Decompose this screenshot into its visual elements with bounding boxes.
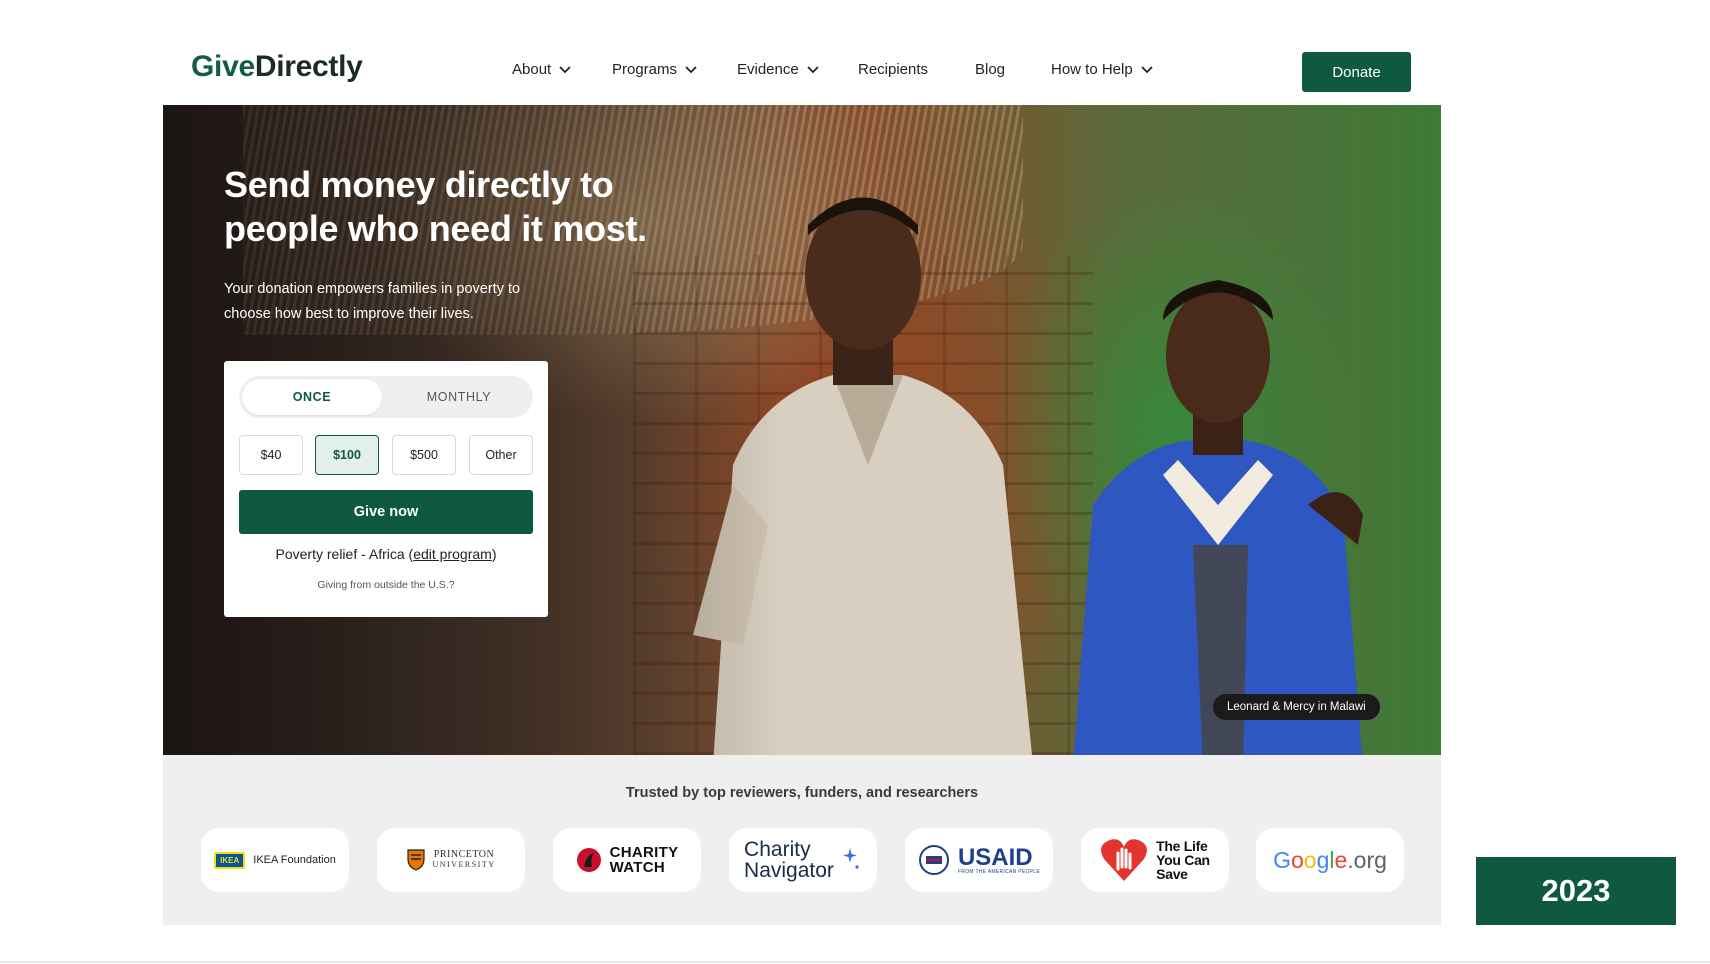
amount-100-button[interactable]: $100 — [315, 435, 379, 475]
tlycs-line1: The Life — [1156, 838, 1208, 854]
chevron-down-icon — [685, 65, 697, 73]
bottom-divider — [0, 961, 1710, 963]
the-life-you-can-save-logo[interactable]: The Life You Can Save — [1081, 828, 1229, 892]
charity-navigator-logo[interactable]: Charity Navigator — [729, 828, 877, 892]
usaid-wordmark: USAID — [957, 843, 1033, 871]
giving-outside-us-link[interactable]: Giving from outside the U.S.? — [224, 579, 548, 591]
program-selection: Poverty relief - Africa (edit program) — [224, 546, 548, 562]
google-org-wordmark: Google.org — [1273, 847, 1387, 874]
logo-give: Give — [191, 50, 255, 83]
google-letter-o1: o — [1290, 846, 1304, 873]
nav-programs[interactable]: Programs — [612, 61, 697, 78]
hero-photo-woman — [1073, 280, 1363, 755]
charitywatch-line2: WATCH — [609, 859, 665, 876]
hero-title: Send money directly to people who need i… — [224, 164, 647, 249]
tlycs-line3: Save — [1156, 866, 1188, 882]
frequency-toggle: ONCE MONTHLY — [239, 376, 533, 418]
trusted-title: Trusted by top reviewers, funders, and r… — [625, 785, 979, 801]
google-letter-e: e — [1334, 846, 1348, 873]
sparkle-icon — [842, 848, 859, 869]
google-letter-o2: o — [1303, 846, 1317, 873]
chevron-down-icon — [807, 65, 819, 73]
donate-button[interactable]: Donate — [1302, 52, 1411, 92]
google-letter-g: G — [1273, 846, 1291, 873]
nav-recipients-label: Recipients — [858, 61, 929, 78]
hero-section: Send money directly to people who need i… — [163, 105, 1441, 755]
nav-how-to-help-label: How to Help — [1051, 61, 1133, 78]
nav-programs-label: Programs — [612, 61, 678, 78]
heart-hand-icon — [1101, 839, 1148, 881]
usaid-logo[interactable]: USAID FROM THE AMERICAN PEOPLE — [905, 828, 1053, 892]
princeton-line2: UNIVERSITY — [432, 860, 496, 869]
frequency-monthly-option[interactable]: MONTHLY — [389, 379, 529, 415]
charity-navigator-line2: Navigator — [744, 859, 834, 882]
amount-other-button[interactable]: Other — [469, 435, 533, 475]
program-prefix: Poverty relief - Africa ( — [275, 546, 414, 562]
ikea-foundation-logo[interactable]: IKEA IKEA Foundation — [201, 828, 349, 892]
ikea-foundation-label: IKEA Foundation — [253, 854, 336, 866]
ikea-mark-icon: IKEA — [214, 851, 246, 869]
give-now-button[interactable]: Give now — [239, 490, 533, 534]
tlycs-line2: You Can — [1156, 852, 1210, 868]
usaid-text: USAID FROM THE AMERICAN PEOPLE — [957, 843, 1041, 875]
usaid-seal-icon — [918, 845, 949, 875]
nav-how-to-help[interactable]: How to Help — [1051, 61, 1153, 78]
charity-navigator-text: Charity Navigator — [744, 839, 834, 881]
edit-program-link[interactable]: edit program — [413, 546, 492, 562]
nav-blog-label: Blog — [975, 61, 1006, 78]
google-org-suffix: .org — [1347, 846, 1387, 873]
nav-about-label: About — [512, 61, 552, 78]
trusted-by-section: Trusted by top reviewers, funders, and r… — [163, 755, 1441, 925]
site-header: GiveDirectly About Programs Evidence Rec… — [0, 0, 1710, 105]
givedirectly-logo[interactable]: GiveDirectly — [191, 50, 363, 84]
nav-about[interactable]: About — [512, 61, 571, 78]
princeton-logo[interactable]: PRINCETON UNIVERSITY — [377, 828, 525, 892]
photo-caption: Leonard & Mercy in Malawi — [1213, 694, 1380, 720]
charitywatch-icon — [576, 848, 601, 872]
amount-500-button[interactable]: $500 — [392, 435, 456, 475]
frequency-once-option[interactable]: ONCE — [242, 379, 382, 415]
year-badge: 2023 — [1476, 857, 1676, 925]
usaid-tagline: FROM THE AMERICAN PEOPLE — [957, 868, 1041, 875]
chevron-down-icon — [1141, 65, 1153, 73]
google-letter-g2: g — [1316, 846, 1330, 873]
charitywatch-logo[interactable]: CHARITY WATCH — [553, 828, 701, 892]
nav-blog[interactable]: Blog — [975, 61, 1005, 78]
nav-evidence-label: Evidence — [737, 61, 799, 78]
nav-recipients[interactable]: Recipients — [858, 61, 928, 78]
google-org-logo[interactable]: Google.org — [1256, 828, 1404, 892]
logo-directly: Directly — [254, 50, 363, 83]
princeton-line1: PRINCETON — [433, 849, 495, 860]
program-suffix: ) — [491, 546, 497, 562]
hero-subtitle: Your donation empowers families in pover… — [224, 281, 521, 322]
amount-40-button[interactable]: $40 — [239, 435, 303, 475]
charity-navigator-line1: Charity — [744, 838, 811, 861]
donation-card: ONCE MONTHLY $40 $100 $500 Other Give no… — [224, 361, 548, 617]
chevron-down-icon — [559, 65, 571, 73]
nav-evidence[interactable]: Evidence — [737, 61, 819, 78]
princeton-shield-icon — [406, 849, 425, 871]
tlycs-text: The Life You Can Save — [1156, 839, 1210, 881]
charitywatch-line1: CHARITY — [609, 844, 679, 861]
princeton-text: PRINCETON UNIVERSITY — [433, 850, 496, 870]
charitywatch-text: CHARITY WATCH — [610, 845, 679, 875]
